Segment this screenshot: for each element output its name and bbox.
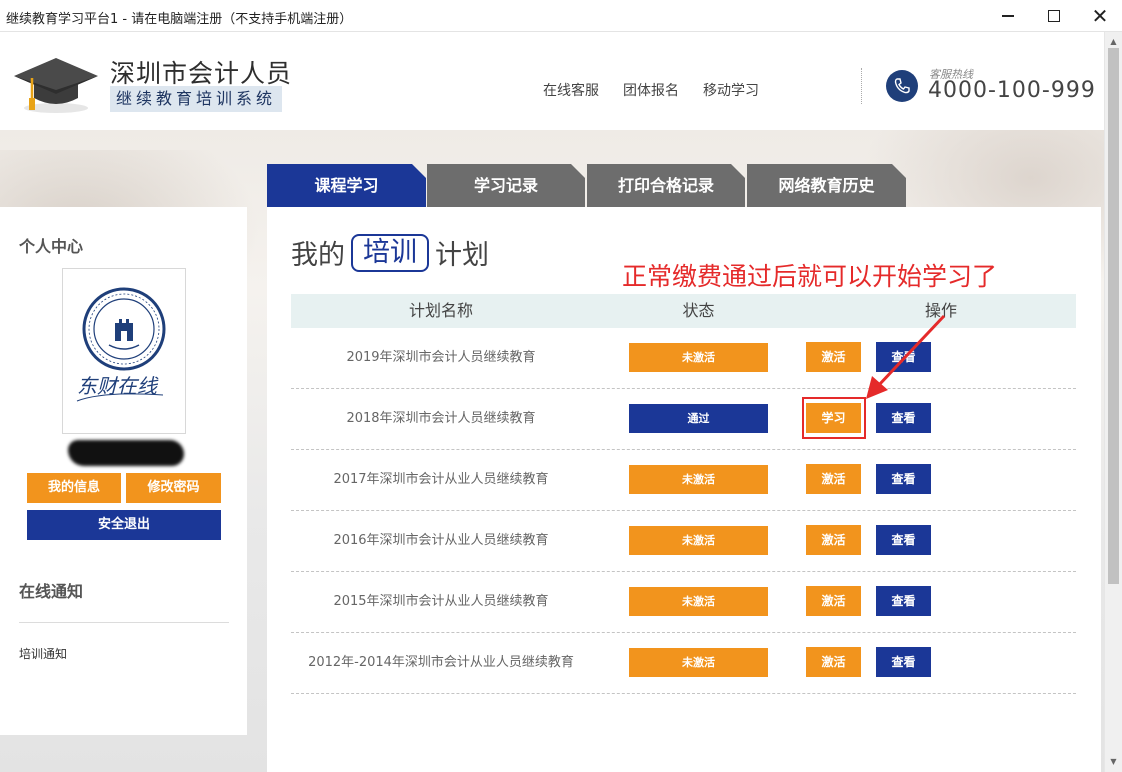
training-notice-link[interactable]: 培训通知	[19, 645, 67, 662]
tab-network-history[interactable]: 网络教育历史	[747, 164, 906, 208]
maximize-button[interactable]	[1032, 0, 1076, 32]
nav-group-signup[interactable]: 团体报名	[623, 80, 679, 100]
title-boxed: 培训	[351, 233, 429, 272]
activate-button[interactable]: 激活	[806, 525, 861, 555]
sidebar: 个人中心 东财在线 我的信息 修改密码 安全退出 在线通知 培训通知	[0, 207, 247, 735]
column-status: 状态	[682, 301, 715, 320]
nav-mobile-learning[interactable]: 移动学习	[703, 80, 759, 100]
view-button[interactable]: 查看	[876, 525, 931, 555]
tab-course-study[interactable]: 课程学习	[267, 164, 426, 208]
tab-label: 网络教育历史	[778, 176, 875, 195]
plan-name: 2016年深圳市会计从业人员继续教育	[333, 533, 549, 548]
status-badge: 未激活	[629, 526, 768, 555]
vertical-scrollbar[interactable]: ▲ ▼	[1104, 32, 1122, 772]
username-redacted	[68, 440, 184, 466]
change-password-button[interactable]: 修改密码	[126, 473, 221, 503]
column-plan-name: 计划名称	[408, 301, 473, 320]
sidebar-divider	[19, 622, 229, 623]
table-row: 2017年深圳市会计从业人员继续教育 未激活 激活 查看	[291, 450, 1076, 511]
minimize-icon	[1002, 15, 1014, 17]
status-badge: 未激活	[629, 343, 768, 372]
site-title: 深圳市会计人员	[110, 59, 293, 88]
tab-study-records[interactable]: 学习记录	[427, 164, 585, 208]
close-icon: ✕	[1091, 4, 1109, 28]
scrollbar-thumb[interactable]	[1108, 48, 1119, 584]
main-panel: 我的 培训 计划 正常缴费通过后就可以开始学习了 计划名称 状态 操作 2019…	[267, 207, 1101, 772]
my-info-button[interactable]: 我的信息	[27, 473, 121, 503]
personal-center-heading: 个人中心	[19, 237, 84, 256]
table-row: 2018年深圳市会计人员继续教育 通过 学习 查看	[291, 389, 1076, 450]
status-badge: 未激活	[629, 465, 768, 494]
activate-button[interactable]: 激活	[806, 586, 861, 616]
view-button[interactable]: 查看	[876, 403, 931, 433]
close-button[interactable]: ✕	[1078, 0, 1122, 32]
minimize-button[interactable]	[986, 0, 1030, 32]
plan-name: 2015年深圳市会计从业人员继续教育	[333, 594, 549, 609]
window-titlebar: 继续教育学习平台1 - 请在电脑端注册（不支持手机端注册） ✕	[0, 0, 1122, 32]
svg-text:东财在线: 东财在线	[77, 374, 159, 398]
graduation-cap-icon	[14, 58, 98, 113]
online-notice-heading: 在线通知	[19, 582, 84, 601]
scroll-down-icon[interactable]: ▼	[1105, 754, 1122, 770]
phone-icon	[886, 70, 918, 102]
annotation-highlight-box	[802, 397, 866, 439]
table-header: 计划名称 状态 操作	[291, 294, 1076, 328]
university-seal-logo: 东财在线	[76, 287, 166, 402]
tab-label: 打印合格记录	[617, 176, 714, 195]
table-row: 2012年-2014年深圳市会计从业人员继续教育 未激活 激活 查看	[291, 633, 1076, 694]
plan-name: 2012年-2014年深圳市会计从业人员继续教育	[308, 655, 574, 670]
status-badge: 通过	[629, 404, 768, 433]
table-row: 2019年深圳市会计人员继续教育 未激活 激活 查看	[291, 328, 1076, 389]
plan-name: 2019年深圳市会计人员继续教育	[346, 350, 536, 365]
activate-button[interactable]: 激活	[806, 464, 861, 494]
header-divider	[861, 68, 862, 104]
tab-print-records[interactable]: 打印合格记录	[587, 164, 745, 208]
hotline-number: 4000-100-999	[928, 78, 1096, 103]
status-badge: 未激活	[629, 587, 768, 616]
tab-label: 课程学习	[314, 176, 379, 195]
title-prefix: 我的	[291, 240, 345, 271]
column-actions: 操作	[924, 301, 957, 320]
tab-label: 学习记录	[473, 176, 538, 195]
page-title: 我的 培训 计划	[291, 233, 489, 272]
window-title: 继续教育学习平台1 - 请在电脑端注册（不支持手机端注册）	[6, 12, 353, 27]
status-badge: 未激活	[629, 648, 768, 677]
view-button[interactable]: 查看	[876, 342, 931, 372]
site-header: 深圳市会计人员 继续教育培训系统 在线客服 团体报名 移动学习 客服热线 400…	[0, 32, 1104, 130]
plan-name: 2017年深圳市会计从业人员继续教育	[333, 472, 549, 487]
avatar: 东财在线	[62, 268, 186, 434]
table-row: 2016年深圳市会计从业人员继续教育 未激活 激活 查看	[291, 511, 1076, 572]
activate-button[interactable]: 激活	[806, 342, 861, 372]
view-button[interactable]: 查看	[876, 647, 931, 677]
site-subtitle: 继续教育培训系统	[110, 86, 283, 112]
logout-button[interactable]: 安全退出	[27, 510, 221, 540]
annotation-text: 正常缴费通过后就可以开始学习了	[622, 262, 998, 291]
table-row: 2015年深圳市会计从业人员继续教育 未激活 激活 查看	[291, 572, 1076, 633]
activate-button[interactable]: 激活	[806, 647, 861, 677]
maximize-icon	[1048, 10, 1060, 22]
view-button[interactable]: 查看	[876, 464, 931, 494]
plan-name: 2018年深圳市会计人员继续教育	[346, 411, 536, 426]
view-button[interactable]: 查看	[876, 586, 931, 616]
title-suffix: 计划	[435, 240, 489, 271]
nav-online-service[interactable]: 在线客服	[543, 80, 599, 100]
